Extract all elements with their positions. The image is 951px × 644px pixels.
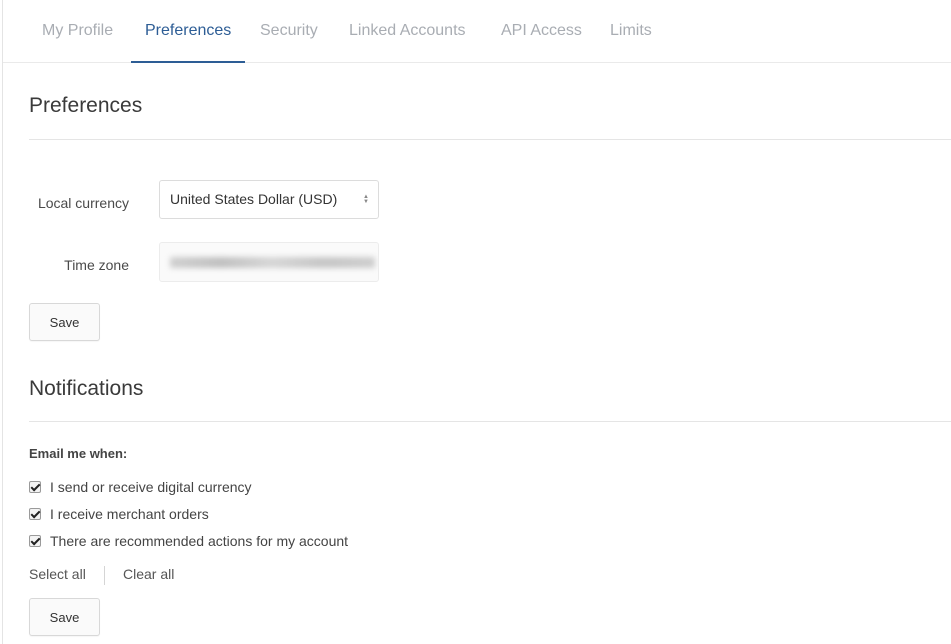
notify-merchant-orders-option[interactable]: I receive merchant orders bbox=[29, 504, 209, 524]
settings-page: My Profile Preferences Security Linked A… bbox=[2, 0, 951, 644]
tab-api-access[interactable]: API Access bbox=[501, 0, 582, 63]
preferences-heading: Preferences bbox=[29, 94, 143, 117]
notify-recommended-actions-option[interactable]: There are recommended actions for my acc… bbox=[29, 531, 348, 551]
time-zone-select[interactable] bbox=[159, 242, 379, 282]
checkbox-checked-icon[interactable] bbox=[29, 508, 41, 520]
email-me-when-label: Email me when: bbox=[29, 446, 128, 461]
local-currency-select[interactable]: United States Dollar (USD) ▲ ▼ bbox=[159, 180, 379, 219]
link-separator bbox=[104, 566, 105, 585]
preferences-save-button[interactable]: Save bbox=[29, 303, 100, 341]
select-all-link[interactable]: Select all bbox=[29, 566, 86, 582]
tab-limits[interactable]: Limits bbox=[610, 0, 652, 63]
settings-tabs: My Profile Preferences Security Linked A… bbox=[3, 0, 951, 63]
clear-all-link[interactable]: Clear all bbox=[123, 566, 174, 582]
active-tab-indicator bbox=[131, 61, 245, 63]
notifications-heading: Notifications bbox=[29, 377, 144, 400]
redacted-time-zone-text bbox=[170, 257, 375, 268]
checkbox-checked-icon[interactable] bbox=[29, 535, 41, 547]
local-currency-value: United States Dollar (USD) bbox=[170, 191, 338, 207]
option-label: There are recommended actions for my acc… bbox=[50, 533, 349, 549]
local-currency-label: Local currency bbox=[37, 195, 129, 211]
time-zone-label: Time zone bbox=[64, 257, 129, 273]
notifications-save-button[interactable]: Save bbox=[29, 598, 100, 636]
option-label: I send or receive digital currency bbox=[50, 479, 252, 495]
section-divider bbox=[29, 139, 951, 140]
tab-preferences[interactable]: Preferences bbox=[145, 0, 231, 63]
tab-security[interactable]: Security bbox=[260, 0, 318, 63]
option-label: I receive merchant orders bbox=[50, 506, 209, 522]
tab-linked-accounts[interactable]: Linked Accounts bbox=[349, 0, 466, 63]
tab-my-profile[interactable]: My Profile bbox=[42, 0, 113, 63]
notify-digital-currency-option[interactable]: I send or receive digital currency bbox=[29, 477, 252, 497]
section-divider bbox=[29, 421, 951, 422]
select-arrows-icon: ▲ ▼ bbox=[363, 193, 369, 205]
checkbox-checked-icon[interactable] bbox=[29, 481, 41, 493]
